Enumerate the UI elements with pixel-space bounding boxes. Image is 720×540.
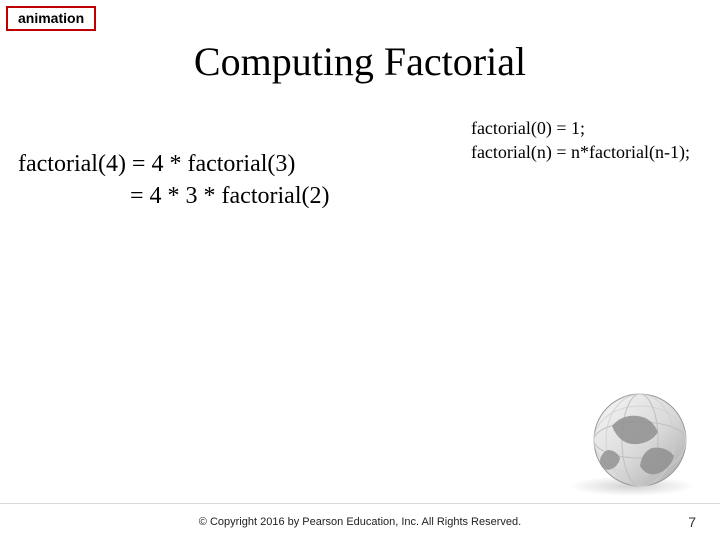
derivation-line-1: factorial(4) = 4 * factorial(3) xyxy=(18,148,329,180)
copyright-text: © Copyright 2016 by Pearson Education, I… xyxy=(0,516,720,528)
animation-badge: animation xyxy=(6,6,96,31)
animation-badge-label: animation xyxy=(18,10,84,26)
derivation-line-2-text: = 4 * 3 * factorial(2) xyxy=(130,183,329,209)
slide: animation Computing Factorial factorial(… xyxy=(0,0,720,540)
derivation-block: factorial(4) = 4 * factorial(3) = 4 * 3 … xyxy=(18,148,329,213)
derivation-line-2: = 4 * 3 * factorial(2) xyxy=(18,180,329,212)
page-title: Computing Factorial xyxy=(0,38,720,85)
footer-divider xyxy=(0,503,720,504)
definition-block: factorial(0) = 1; factorial(n) = n*facto… xyxy=(471,116,690,165)
globe-decoration xyxy=(562,388,702,498)
page-number: 7 xyxy=(688,514,696,530)
definition-base-case: factorial(0) = 1; xyxy=(471,116,690,140)
definition-recursive-case: factorial(n) = n*factorial(n-1); xyxy=(471,140,690,164)
globe-icon xyxy=(562,388,702,498)
